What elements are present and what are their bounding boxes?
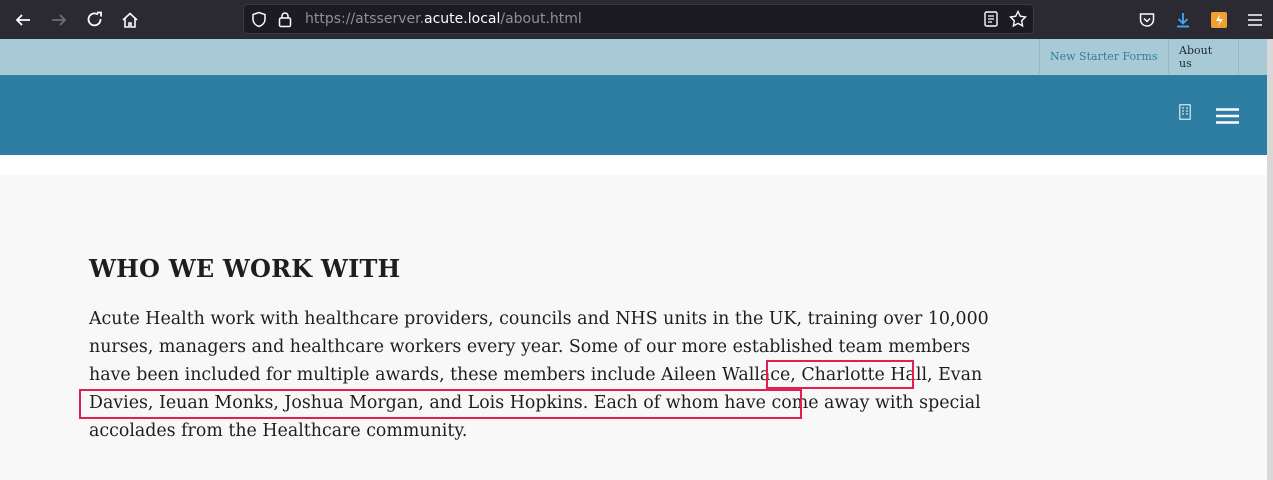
menu-icon[interactable]	[1243, 8, 1267, 32]
url-text[interactable]: https://atsserver.acute.local/about.html	[305, 11, 582, 27]
bookmark-star-icon[interactable]	[1009, 9, 1027, 32]
highlight-box-line2	[79, 389, 802, 419]
forward-icon[interactable]	[47, 8, 71, 32]
header-spacer	[0, 155, 1267, 175]
site-utility-bar: New Starter Forms About us	[0, 39, 1267, 75]
reader-view-icon[interactable]	[984, 11, 998, 31]
calendar-icon[interactable]	[1179, 104, 1191, 124]
about-us-link[interactable]: About us	[1168, 39, 1239, 74]
back-icon[interactable]	[11, 8, 35, 32]
highlight-box-line1	[766, 360, 914, 389]
hamburger-menu-icon[interactable]	[1216, 108, 1240, 128]
site-header	[0, 75, 1267, 155]
downloads-icon[interactable]	[1171, 8, 1195, 32]
section-heading: WHO WE WORK WITH	[89, 254, 401, 283]
reload-icon[interactable]	[83, 8, 107, 32]
page-scrollbar[interactable]	[1267, 39, 1273, 480]
new-starter-forms-link[interactable]: New Starter Forms	[1039, 39, 1169, 74]
address-bar[interactable]: https://atsserver.acute.local/about.html	[243, 4, 1034, 34]
home-icon[interactable]	[118, 8, 142, 32]
lock-icon[interactable]	[278, 11, 292, 32]
browser-toolbar: https://atsserver.acute.local/about.html	[0, 0, 1273, 39]
extension-icon[interactable]	[1207, 8, 1231, 32]
shield-icon[interactable]	[251, 11, 267, 32]
pocket-icon[interactable]	[1135, 8, 1159, 32]
